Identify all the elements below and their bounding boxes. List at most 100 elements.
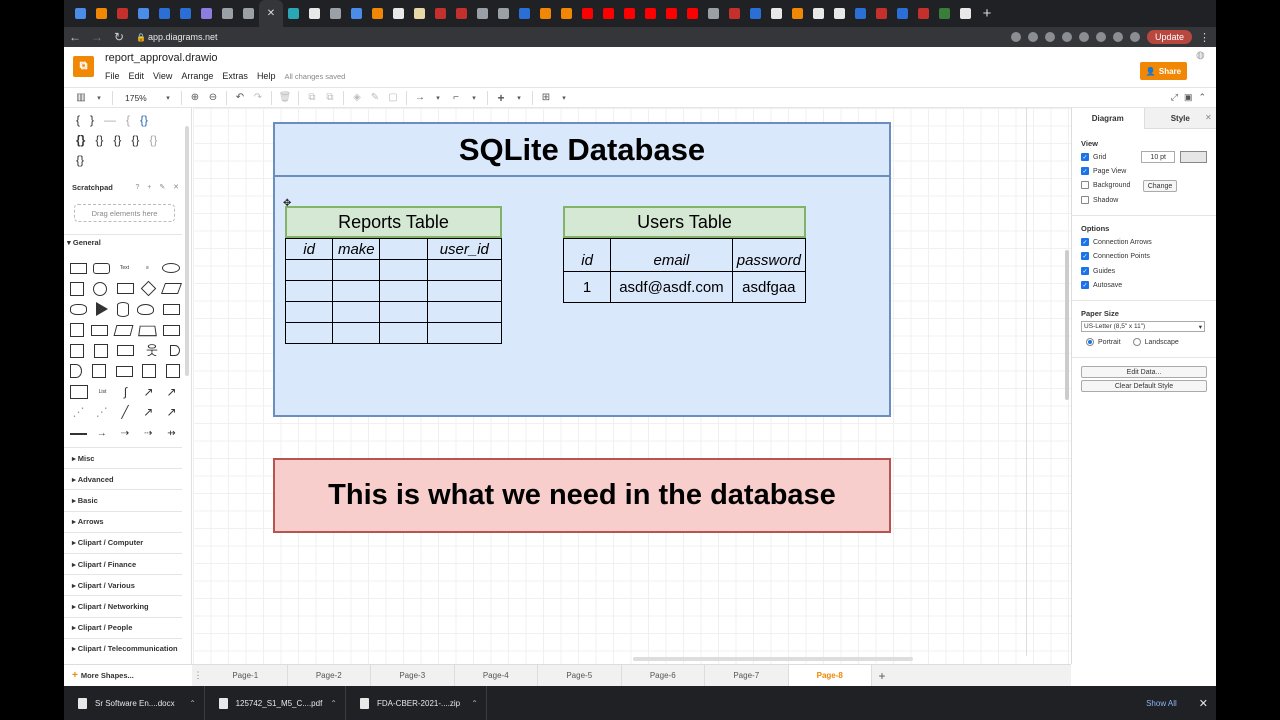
close-panel-icon[interactable]: ✕ bbox=[1205, 113, 1212, 122]
edit-data-button[interactable]: Edit Data... bbox=[1081, 366, 1207, 378]
shadow-option[interactable]: Shadow bbox=[1081, 196, 1118, 204]
forward-icon[interactable]: → bbox=[86, 30, 108, 44]
extension-icon[interactable] bbox=[1112, 32, 1123, 42]
brace-shape-icon[interactable]: {} bbox=[76, 133, 85, 147]
landscape-radio[interactable] bbox=[1132, 338, 1141, 346]
file-name[interactable]: report_approval.drawio bbox=[105, 52, 218, 64]
delete-icon[interactable]: 🗑 bbox=[276, 92, 294, 103]
sidebar-category[interactable]: ▸ Arrows bbox=[64, 510, 182, 532]
reports-table-header[interactable]: Reports Table bbox=[285, 206, 502, 238]
to-back-icon[interactable]: ⧉ bbox=[321, 92, 339, 103]
browser-tab[interactable] bbox=[892, 0, 913, 27]
browser-tab[interactable] bbox=[640, 0, 661, 27]
page-tab[interactable]: Page-2 bbox=[288, 665, 371, 686]
zoom-level[interactable]: 175% bbox=[125, 93, 159, 103]
table-cell[interactable] bbox=[379, 322, 428, 344]
table-cell[interactable] bbox=[284, 322, 334, 344]
background-option[interactable]: Background bbox=[1081, 181, 1130, 189]
autosave-checkbox[interactable]: ✓ bbox=[1081, 281, 1089, 289]
callout-shape[interactable] bbox=[117, 345, 134, 357]
database-requirements-note[interactable]: This is what we need in the database bbox=[273, 458, 891, 533]
browser-tab[interactable] bbox=[766, 0, 787, 27]
arrow-line-shape[interactable]: → bbox=[93, 428, 110, 439]
table-cell[interactable] bbox=[426, 280, 503, 302]
parallelogram-shape[interactable] bbox=[160, 283, 183, 295]
line-color-icon[interactable]: ✎ bbox=[366, 92, 384, 103]
internal-storage-shape[interactable] bbox=[70, 323, 84, 338]
sidebar-category[interactable]: ▸ Clipart / Networking bbox=[64, 595, 182, 616]
curve-shape[interactable]: ∫ bbox=[117, 386, 134, 398]
table-cell[interactable] bbox=[332, 259, 381, 281]
download-item[interactable]: FDA-CBER-2021-....zip ⌃ bbox=[346, 686, 487, 720]
table-shape[interactable] bbox=[70, 385, 88, 400]
browser-tab[interactable] bbox=[133, 0, 154, 27]
canvas-horizontal-scrollbar[interactable] bbox=[633, 657, 913, 661]
download-item[interactable]: Sr Software En....docx ⌃ bbox=[64, 686, 205, 720]
browser-tab[interactable] bbox=[325, 0, 346, 27]
reload-icon[interactable]: ↻ bbox=[108, 30, 130, 44]
brace-shape-icon[interactable]: } bbox=[90, 113, 94, 127]
sidebar-category[interactable]: ▸ Clipart / Various bbox=[64, 574, 182, 595]
table-cell[interactable]: asdfgaa bbox=[731, 271, 807, 303]
line-shape-icon[interactable]: — bbox=[104, 113, 116, 127]
grid-option[interactable]: ✓ Grid bbox=[1081, 153, 1106, 161]
textbox-shape[interactable]: ≡ bbox=[139, 263, 156, 274]
table-cell[interactable] bbox=[332, 322, 381, 344]
browser-tab[interactable] bbox=[808, 0, 829, 27]
cylinder-shape[interactable] bbox=[116, 301, 129, 317]
back-icon[interactable]: ← bbox=[64, 30, 86, 44]
connection-arrows-checkbox[interactable]: ✓ bbox=[1081, 238, 1089, 246]
pages-menu-icon[interactable]: ⋮ bbox=[192, 670, 204, 681]
sidebar-category[interactable]: ▸ Clipart / People bbox=[64, 616, 182, 638]
portrait-radio[interactable] bbox=[1086, 338, 1094, 346]
cube-shape[interactable] bbox=[91, 324, 108, 336]
line-shape[interactable]: ╱ bbox=[117, 406, 134, 418]
browser-tab[interactable] bbox=[514, 0, 535, 27]
grid-size-input[interactable]: 10 pt bbox=[1141, 151, 1175, 163]
grid-checkbox[interactable]: ✓ bbox=[1081, 153, 1089, 161]
table-cell[interactable] bbox=[332, 301, 381, 323]
connector-shape[interactable]: ↗ bbox=[140, 406, 157, 418]
note-shape[interactable] bbox=[70, 343, 84, 358]
sidebar-category[interactable]: ▸ Clipart / Telecommunication bbox=[64, 637, 182, 659]
chevron-down-icon[interactable]: ▾ bbox=[465, 94, 483, 102]
connection-arrows-option[interactable]: ✓ Connection Arrows bbox=[1081, 238, 1152, 246]
browser-tab[interactable] bbox=[661, 0, 682, 27]
grid-color-swatch[interactable] bbox=[1180, 151, 1207, 163]
browser-tab[interactable] bbox=[388, 0, 409, 27]
collapse-icon[interactable]: ⌃ bbox=[1198, 92, 1206, 103]
text-shape[interactable]: Text bbox=[116, 263, 133, 274]
table-cell[interactable]: 1 bbox=[562, 271, 612, 303]
users-column-header[interactable]: id bbox=[562, 238, 612, 272]
reports-column-header[interactable]: user_id bbox=[426, 238, 503, 260]
hexagon-shape[interactable] bbox=[70, 303, 87, 315]
browser-tab[interactable] bbox=[745, 0, 766, 27]
users-column-header[interactable]: email bbox=[610, 238, 733, 272]
show-all-link[interactable]: Show All bbox=[1146, 699, 1177, 708]
browser-tab[interactable] bbox=[577, 0, 598, 27]
page-tab[interactable]: Page-3 bbox=[371, 665, 455, 686]
extension-icon[interactable] bbox=[1010, 32, 1021, 42]
step-shape[interactable] bbox=[113, 324, 134, 336]
page-tab[interactable]: Page-1 bbox=[204, 665, 288, 686]
menu-view[interactable]: View bbox=[153, 71, 172, 81]
table-cell[interactable] bbox=[426, 259, 503, 281]
browser-tab[interactable] bbox=[304, 0, 325, 27]
share-button[interactable]: 👤 Share bbox=[1140, 62, 1187, 80]
browser-tab[interactable] bbox=[154, 0, 175, 27]
fullscreen-icon[interactable]: ⤢ bbox=[1171, 92, 1178, 103]
connection-points-option[interactable]: ✓ Connection Points bbox=[1081, 252, 1150, 260]
scratchpad-drop-zone[interactable]: Drag elements here bbox=[74, 204, 175, 222]
browser-tab[interactable] bbox=[217, 0, 238, 27]
undo-icon[interactable]: ↶ bbox=[231, 92, 249, 103]
diagram-canvas[interactable]: SQLite Database Reports Table id make user… bbox=[193, 108, 1071, 664]
chevron-up-icon[interactable]: ⌃ bbox=[189, 699, 204, 708]
dashed-arrow-shape[interactable]: ⇢ bbox=[117, 428, 134, 439]
brace-shape-icon[interactable]: {} bbox=[95, 133, 103, 147]
extension-icon[interactable] bbox=[1078, 32, 1089, 42]
sidebar-category[interactable]: ▸ Advanced bbox=[64, 468, 182, 489]
chevron-down-icon[interactable]: ▾ bbox=[429, 94, 447, 102]
brace-shape-icon[interactable]: { bbox=[76, 113, 80, 127]
triangle-shape[interactable] bbox=[95, 302, 108, 317]
browser-tab[interactable] bbox=[829, 0, 850, 27]
